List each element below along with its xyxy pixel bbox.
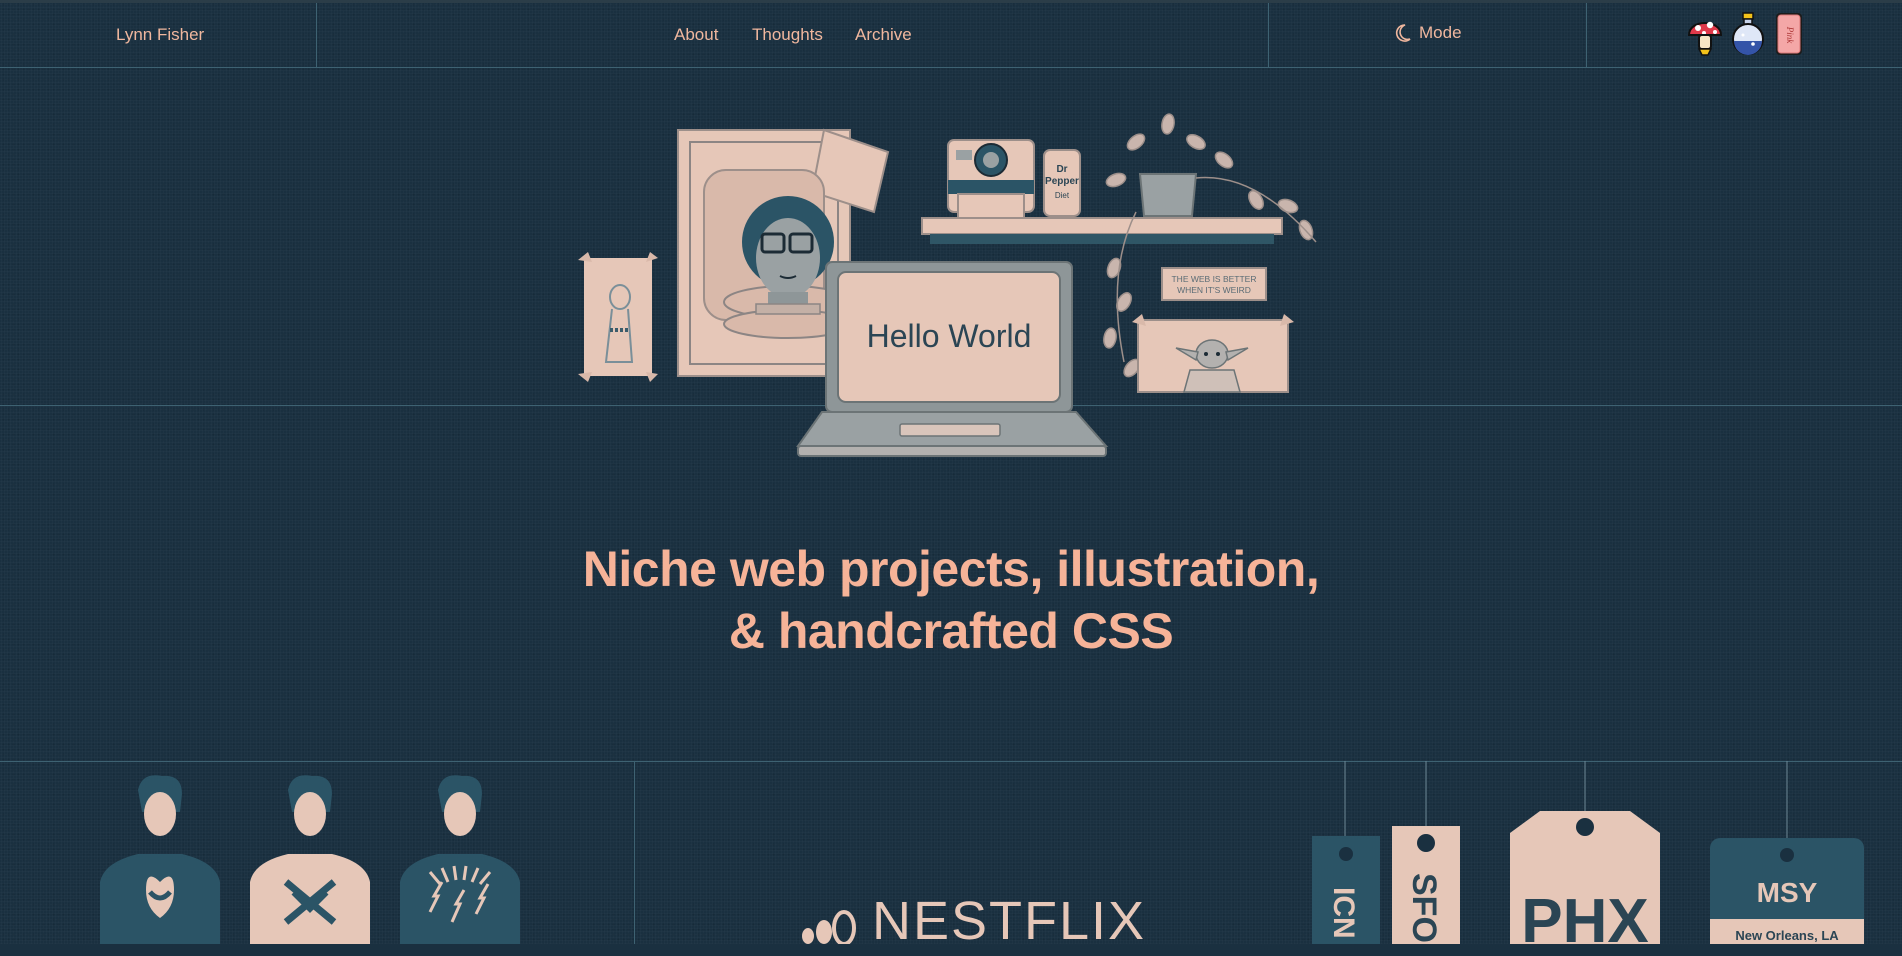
moon-icon (1395, 24, 1411, 42)
yoda-poster (1132, 314, 1294, 393)
nav-archive[interactable]: Archive (855, 25, 912, 45)
hero-headline-line1: Niche web projects, illustration, (582, 541, 1320, 597)
laptop-screen-text: Hello World (867, 318, 1032, 354)
potion-icon[interactable] (1729, 11, 1767, 57)
svg-text:Diet: Diet (1055, 191, 1070, 200)
airport-tags-project[interactable]: ICN SFO PHX MSY New Orleans, LA (1300, 761, 1902, 953)
mushroom-icon[interactable] (1686, 11, 1724, 57)
tag-icn-code: ICN (1327, 887, 1360, 939)
sweater-people-project[interactable] (90, 772, 550, 944)
svg-text:Pink: Pink (1785, 26, 1795, 44)
tag-msy-city: New Orleans, LA (1735, 928, 1839, 943)
svg-text:Dr: Dr (1056, 164, 1067, 175)
nestflix-logo: NESTFLIX (872, 898, 1147, 944)
mode-toggle-button[interactable]: Mode (1394, 23, 1462, 43)
nesting-dolls-icon (802, 910, 856, 944)
tag-msy-code: MSY (1756, 877, 1818, 908)
nestflix-project[interactable]: NESTFLIX (800, 898, 1146, 944)
mode-label: Mode (1419, 23, 1462, 42)
weird-web-sign: THE WEB IS BETTER WHEN IT'S WEIRD (1161, 267, 1267, 301)
pink-badge-icon[interactable]: Pink (1773, 11, 1811, 57)
nav-about[interactable]: About (674, 25, 718, 45)
hero-illustration: Hello World Dr Pepper Diet THE WEB IS BE… (578, 113, 1317, 457)
dog-poster (578, 252, 658, 382)
tag-sfo-code: SFO (1405, 873, 1443, 943)
hero-headline-line2: & handcrafted CSS (728, 603, 1174, 659)
site-brand-link[interactable]: Lynn Fisher (116, 25, 204, 45)
svg-text:Pepper: Pepper (1045, 176, 1079, 187)
laptop: Hello World (796, 261, 1109, 457)
svg-text:WHEN IT'S WEIRD: WHEN IT'S WEIRD (1177, 285, 1251, 295)
svg-text:THE WEB IS BETTER: THE WEB IS BETTER (1171, 274, 1256, 284)
nav-thoughts[interactable]: Thoughts (752, 25, 823, 45)
